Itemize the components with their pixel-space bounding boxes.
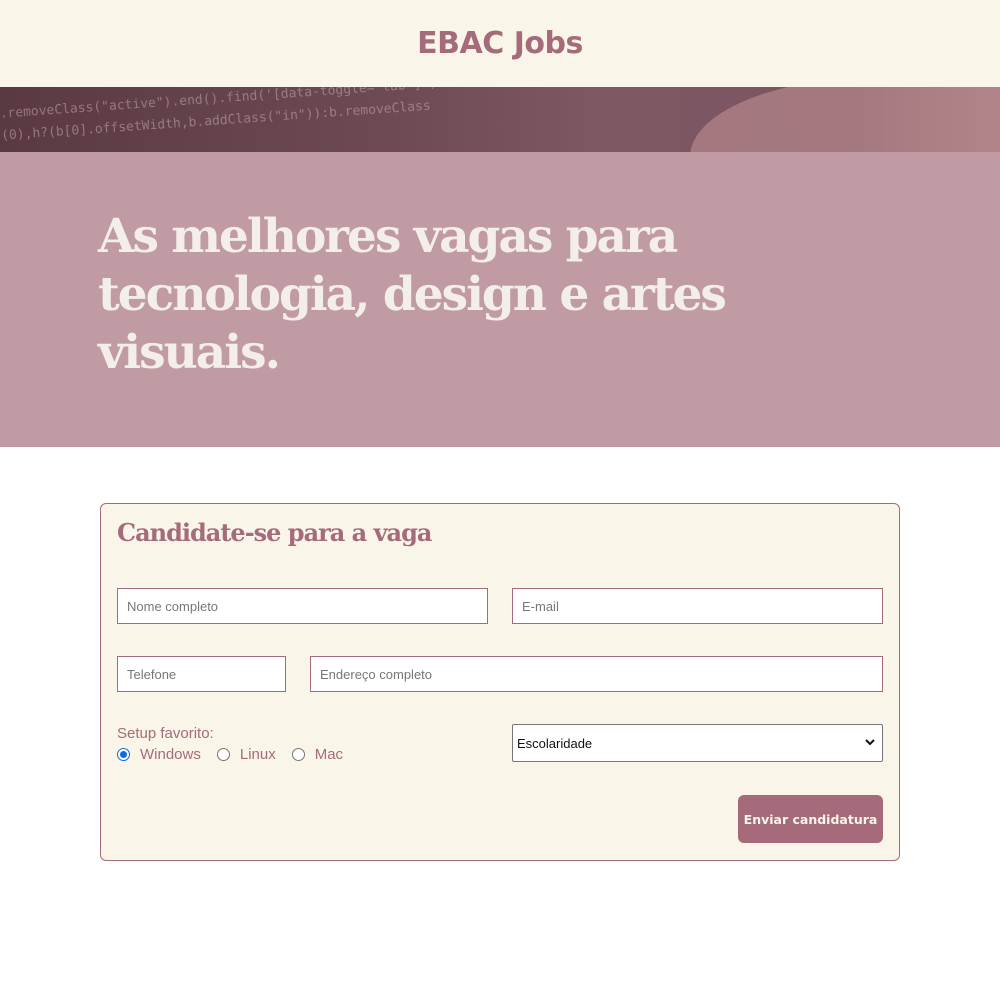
- site-header: EBAC Jobs: [0, 0, 1000, 87]
- full-name-input[interactable]: [117, 588, 488, 624]
- address-input[interactable]: [310, 656, 883, 692]
- hero-image: .removeClass("active").end().find('[data…: [0, 87, 1000, 152]
- radio-mac[interactable]: [291, 747, 305, 761]
- radio-windows-label[interactable]: Windows: [140, 746, 201, 763]
- setup-radio-group: Windows Linux Mac: [117, 744, 359, 764]
- hero-photo-shape: [690, 87, 1000, 152]
- phone-input[interactable]: [117, 656, 286, 692]
- education-select[interactable]: Escolaridade: [512, 724, 883, 762]
- hero-title: As melhores vagas para tecnologia, desig…: [98, 209, 727, 380]
- hero-banner: As melhores vagas para tecnologia, desig…: [0, 152, 1000, 447]
- radio-linux[interactable]: [216, 747, 230, 761]
- radio-mac-label[interactable]: Mac: [315, 746, 343, 763]
- chevron-down-icon: [865, 739, 875, 746]
- application-form: Candidate-se para a vaga Setup favorito:…: [100, 503, 900, 861]
- hero-code-background: .removeClass("active").end().find('[data…: [0, 87, 438, 144]
- radio-linux-label[interactable]: Linux: [240, 746, 276, 763]
- email-input[interactable]: [512, 588, 883, 624]
- education-select-value: Escolaridade: [517, 735, 593, 751]
- setup-label: Setup favorito:: [117, 725, 214, 742]
- submit-application-button[interactable]: Enviar candidatura: [738, 795, 883, 843]
- form-title: Candidate-se para a vaga: [117, 518, 432, 547]
- brand-title: EBAC Jobs: [417, 26, 583, 61]
- radio-windows[interactable]: [117, 747, 130, 761]
